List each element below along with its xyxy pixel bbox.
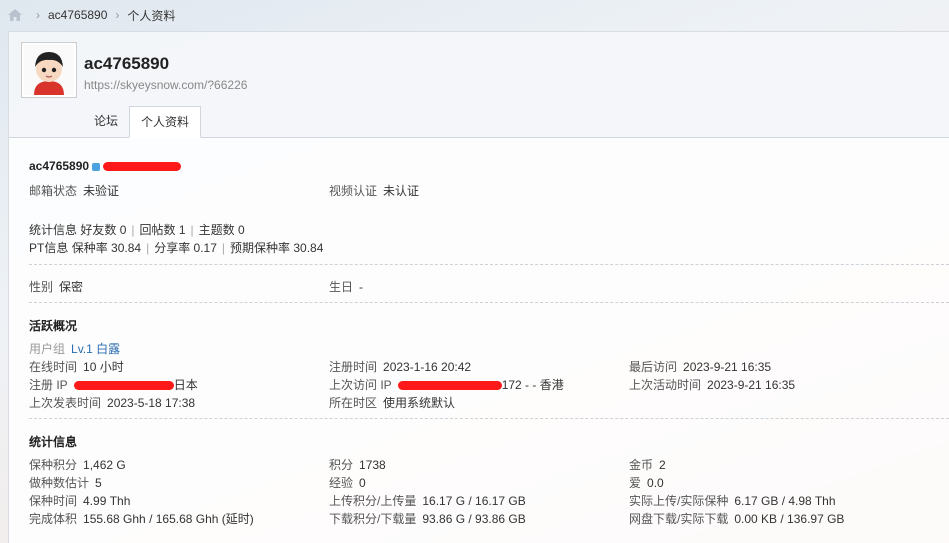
gender-field: 性别 保密 — [29, 280, 84, 294]
real-upload: 实际上传/实际保种 6.17 GB / 4.98 Thh — [629, 494, 836, 508]
stats-summary: 统计信息 好友数 0 | 回帖数 1 | 主题数 0 — [29, 223, 245, 237]
redacted-ip — [397, 381, 502, 391]
upload-stats: 上传积分/上传量 16.17 G / 16.17 GB — [329, 494, 526, 508]
email-status: 邮箱状态 未验证 — [29, 184, 120, 198]
user-group: 用户组 Lv.1 白露 — [29, 342, 121, 356]
timezone: 所在时区 使用系统默认 — [329, 396, 456, 410]
love: 爱 0.0 — [629, 476, 664, 490]
replies-count[interactable]: 回帖数 1 — [140, 223, 186, 237]
info-username: ac4765890 — [29, 159, 90, 173]
disk-download: 网盘下载/实际下载 0.00 KB / 136.97 GB — [629, 512, 845, 526]
seed-estimate: 做种数估计 5 — [29, 476, 102, 490]
profile-header: ac4765890 https://skyeysnow.com/?66226 论… — [9, 32, 949, 138]
avatar-image — [24, 45, 74, 95]
seed-time: 保种时间 4.99 Thh — [29, 494, 131, 508]
redacted-uid — [103, 162, 182, 172]
activity-title: 活跃概况 — [29, 319, 78, 333]
seed-points: 保种积分 1,462 G — [29, 458, 126, 472]
pt-info: PT信息 保种率 30.84 | 分享率 0.17 | 预期保种率 30.84 — [29, 241, 324, 255]
profile-username: ac4765890 — [84, 54, 170, 73]
last-visit: 最后访问 2023-9-21 16:35 — [629, 360, 772, 374]
online-time: 在线时间 10 小时 — [29, 360, 124, 374]
redacted-ip — [73, 381, 174, 391]
verified-icon — [92, 162, 101, 171]
last-active: 上次活动时间 2023-9-21 16:35 — [629, 378, 796, 392]
chevron-right-icon: › — [36, 8, 40, 22]
breadcrumb-user-link[interactable]: ac4765890 — [48, 8, 107, 22]
register-ip: 注册 IP 日本 — [29, 378, 198, 392]
birthday-field: 生日 - — [329, 280, 364, 294]
home-icon[interactable] — [8, 9, 22, 21]
threads-count[interactable]: 主题数 0 — [199, 223, 245, 237]
divider — [29, 302, 949, 303]
user-group-link[interactable]: Lv.1 白露 — [71, 342, 120, 356]
last-post: 上次发表时间 2023-5-18 17:38 — [29, 396, 196, 410]
last-ip: 上次访问 IP 172 - - 香港 — [329, 378, 564, 392]
download-stats: 下载积分/下载量 93.86 G / 93.86 GB — [329, 512, 526, 526]
profile-tabs: 论坛 个人资料 — [83, 106, 202, 138]
points: 积分 1738 — [329, 458, 386, 472]
avatar[interactable] — [21, 42, 77, 98]
divider — [29, 264, 949, 265]
divider — [29, 418, 949, 419]
info-name-row: ac4765890 — [29, 159, 182, 173]
chevron-right-icon: › — [115, 8, 120, 22]
tab-profile[interactable]: 个人资料 — [129, 106, 202, 138]
completed-volume: 完成体积 155.68 Ghh / 165.68 Ghh (延时) — [29, 512, 254, 526]
breadcrumb-current: 个人资料 — [127, 8, 176, 23]
breadcrumb: › ac4765890 › 个人资料 — [0, 0, 949, 30]
coins: 金币 2 — [629, 458, 666, 472]
register-time: 注册时间 2023-1-16 20:42 — [329, 360, 472, 374]
friends-count[interactable]: 好友数 0 — [80, 223, 126, 237]
profile-url[interactable]: https://skyeysnow.com/?66226 — [84, 78, 247, 92]
tab-forum[interactable]: 论坛 — [83, 106, 129, 136]
experience: 经验 0 — [329, 476, 366, 490]
statinfo-title: 统计信息 — [29, 435, 78, 449]
profile-panel: ac4765890 https://skyeysnow.com/?66226 论… — [8, 31, 949, 543]
video-status: 视频认证 未认证 — [329, 184, 420, 198]
